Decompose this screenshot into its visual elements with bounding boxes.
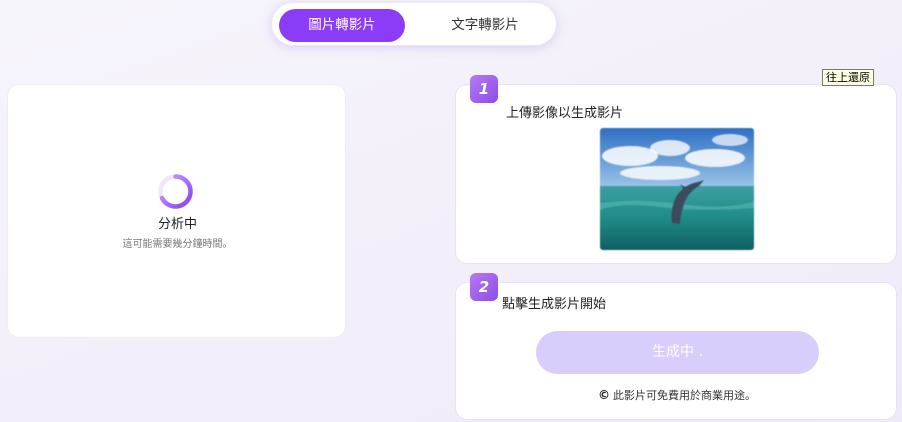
restore-down-tooltip: 往上還原: [822, 69, 874, 86]
upload-step-card: 1 上傳影像以生成影片: [455, 75, 897, 264]
analyzing-subtitle: 這可能需要幾分鐘時間。: [122, 239, 233, 250]
upload-step-title: 上傳影像以生成影片: [506, 106, 624, 121]
analysis-panel: 分析中 這可能需要幾分鐘時間。: [7, 84, 346, 338]
generate-video-button[interactable]: 生成中 .: [536, 331, 819, 374]
step-1-badge: 1: [470, 75, 498, 103]
uploaded-image-thumbnail[interactable]: [600, 128, 754, 250]
generate-step-card: 2 點擊生成影片開始 生成中 . © 此影片可免費用於商業用途。: [455, 273, 898, 420]
analyzing-title: 分析中: [157, 217, 197, 232]
generate-step-title: 點擊生成影片開始: [502, 297, 607, 312]
tab-text-to-video[interactable]: 文字轉影片: [422, 9, 548, 42]
mode-tab-switcher: 圖片轉影片 文字轉影片: [271, 2, 557, 46]
tab-image-to-video[interactable]: 圖片轉影片: [279, 9, 405, 42]
commercial-use-text: 此影片可免費用於商業用途。: [613, 389, 756, 402]
commercial-use-note: © 此影片可免費用於商業用途。: [456, 387, 898, 403]
loading-spinner-icon: [158, 174, 193, 209]
copyright-icon: ©: [598, 388, 610, 402]
step-2-badge: 2: [470, 273, 498, 301]
